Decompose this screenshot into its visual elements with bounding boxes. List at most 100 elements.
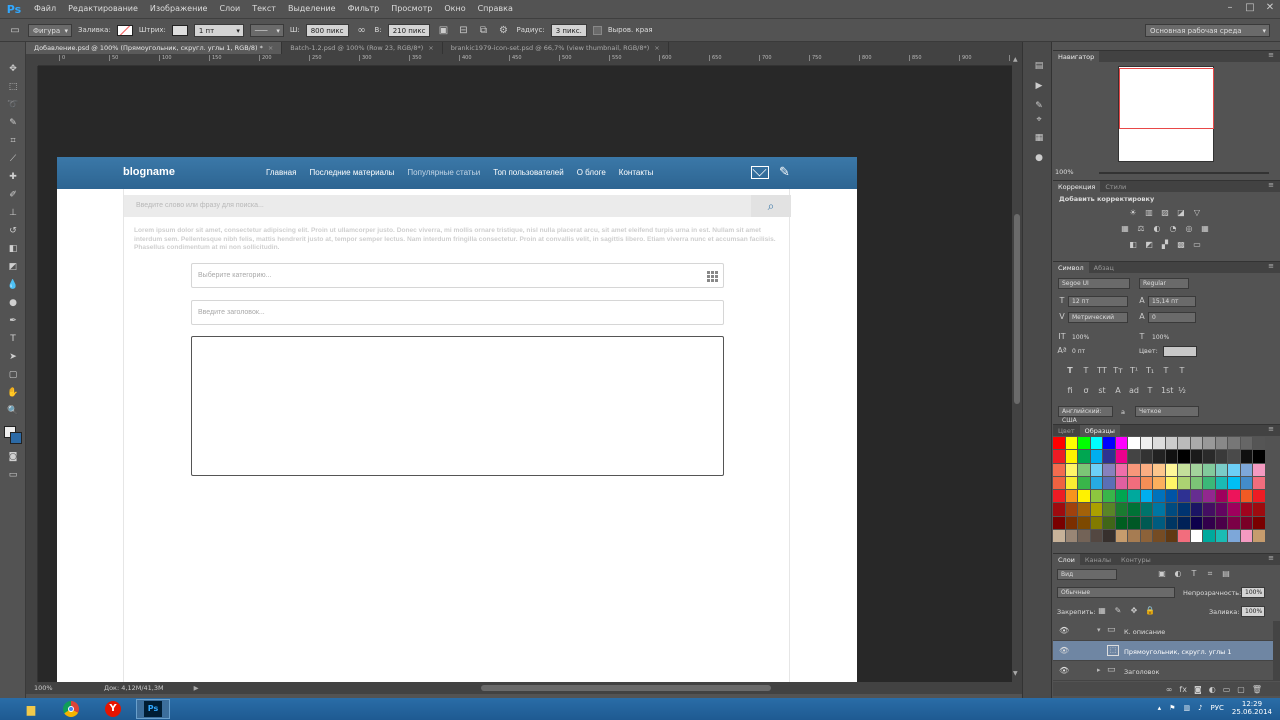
posterize-icon[interactable]: ◩ <box>1144 240 1154 250</box>
color-swatch[interactable] <box>1203 476 1216 491</box>
color-swatch[interactable] <box>1128 530 1141 544</box>
color-swatch[interactable] <box>1203 530 1216 544</box>
color-swatch[interactable] <box>1178 450 1191 464</box>
color-swatch[interactable] <box>1178 437 1191 451</box>
color-swatch[interactable] <box>1090 530 1103 544</box>
color-swatch[interactable] <box>1190 450 1203 464</box>
color-swatch[interactable] <box>1140 476 1153 491</box>
color-swatch[interactable] <box>1128 450 1141 464</box>
color-swatch[interactable] <box>1090 503 1103 517</box>
color-swatch[interactable] <box>1053 450 1066 464</box>
gradient-tool-icon[interactable]: ◩ <box>6 260 20 274</box>
color-swatch[interactable] <box>1215 503 1228 517</box>
antialias-dropdown[interactable]: Четкое <box>1135 406 1199 417</box>
layer-row[interactable]: 👁 ⬚ Прямоугольник, скругл. углы 1 <box>1053 641 1273 661</box>
tab-paragraph[interactable]: Абзац <box>1089 262 1119 274</box>
new-group-icon[interactable]: ▭ <box>1223 685 1231 694</box>
tracking-field[interactable]: 0 <box>1148 312 1196 323</box>
color-swatch[interactable] <box>1240 530 1253 544</box>
color-swatch[interactable] <box>1190 490 1203 504</box>
navigator-thumbnail[interactable] <box>1118 66 1214 162</box>
color-swatch[interactable] <box>1115 490 1128 504</box>
color-swatch[interactable] <box>1078 463 1091 477</box>
history-icon[interactable]: ▤ <box>1033 60 1045 72</box>
leading-field[interactable]: 15,14 пт <box>1148 296 1196 307</box>
color-swatch[interactable] <box>1203 490 1216 504</box>
color-swatch[interactable] <box>1078 516 1091 531</box>
baseline-field[interactable]: 0 пт <box>1068 346 1106 357</box>
align-edges-checkbox[interactable] <box>592 25 602 35</box>
color-swatch[interactable] <box>1090 516 1103 531</box>
lock-all-icon[interactable]: 🔒 <box>1145 606 1155 616</box>
color-swatch[interactable] <box>1253 437 1266 451</box>
curves-icon[interactable]: ▨ <box>1160 208 1170 218</box>
horizontal-scale-field[interactable]: 100% <box>1148 332 1186 343</box>
color-swatch[interactable] <box>1115 503 1128 517</box>
color-swatch[interactable] <box>1128 463 1141 477</box>
color-swatch[interactable] <box>1178 516 1191 531</box>
color-swatch[interactable] <box>1215 476 1228 491</box>
color-swatch[interactable] <box>1203 503 1216 517</box>
hand-tool-icon[interactable]: ✋ <box>6 386 20 400</box>
color-swatch[interactable] <box>1065 490 1078 504</box>
filter-type-icon[interactable]: T <box>1189 569 1199 579</box>
threshold-icon[interactable]: ▞ <box>1160 240 1170 250</box>
document-canvas[interactable]: blogname Главная Последние материалы Попул… <box>57 157 857 682</box>
type-style-icon[interactable]: TT <box>1097 366 1107 376</box>
radius-field[interactable]: 3 пикс. <box>550 23 587 37</box>
workspace-dropdown[interactable]: Основная рабочая среда <box>1145 24 1270 38</box>
tab-paths[interactable]: Контуры <box>1116 554 1156 566</box>
color-swatch[interactable] <box>1178 530 1191 544</box>
close-icon[interactable]: × <box>268 44 273 52</box>
color-swatch[interactable] <box>1253 530 1266 544</box>
color-swatch[interactable] <box>1140 437 1153 451</box>
color-swatch[interactable] <box>1228 450 1241 464</box>
color-swatch[interactable] <box>1253 490 1266 504</box>
color-swatch[interactable] <box>1215 463 1228 477</box>
color-swatch[interactable] <box>1165 530 1178 544</box>
type-style-icon[interactable]: T <box>1161 366 1171 376</box>
gear-icon[interactable]: ⚙ <box>496 25 510 36</box>
color-swatch[interactable] <box>1065 476 1078 491</box>
color-swatch[interactable] <box>1165 503 1178 517</box>
layer-row[interactable]: 👁 ▸ ▭ Заголовок <box>1053 661 1273 681</box>
photo-filter-icon[interactable]: ◔ <box>1168 224 1178 234</box>
vertical-scroll-thumb[interactable] <box>1014 214 1020 404</box>
color-swatch[interactable] <box>1240 503 1253 517</box>
color-swatch[interactable] <box>1053 463 1066 477</box>
clock[interactable]: 12:29 25.06.2014 <box>1232 700 1272 716</box>
path-ops-icon[interactable]: ▣ <box>436 25 450 36</box>
exposure-icon[interactable]: ◪ <box>1176 208 1186 218</box>
panel-menu-icon[interactable]: ≡ <box>1268 425 1274 433</box>
menu-item[interactable]: Окно <box>438 0 471 18</box>
quick-mask-icon[interactable]: ◙ <box>6 450 20 464</box>
info-icon[interactable]: ▦ <box>1033 132 1045 144</box>
lookup-icon[interactable]: ▦ <box>1200 224 1210 234</box>
stroke-swatch[interactable] <box>171 24 188 36</box>
text-color-swatch[interactable] <box>1163 346 1197 357</box>
color-swatch[interactable] <box>1128 503 1141 517</box>
font-style-dropdown[interactable]: Regular <box>1139 278 1189 289</box>
eraser-tool-icon[interactable]: ◧ <box>6 242 20 256</box>
photoshop-taskbar-icon[interactable]: Ps <box>136 699 170 719</box>
vertical-scale-field[interactable]: 100% <box>1068 332 1106 343</box>
menu-item[interactable]: Справка <box>472 0 519 18</box>
color-swatch[interactable] <box>1253 503 1266 517</box>
color-swatch[interactable] <box>1190 476 1203 491</box>
color-swatch[interactable] <box>1103 450 1116 464</box>
flag-icon[interactable]: ⚑ <box>1169 704 1175 712</box>
color-swatch[interactable] <box>1178 490 1191 504</box>
color-swatch[interactable] <box>1103 516 1116 531</box>
status-arrow-icon[interactable]: ▶ <box>194 684 199 692</box>
brush-tool-icon[interactable]: ✐ <box>6 188 20 202</box>
brush-preset-icon[interactable]: ✎ <box>1033 100 1045 112</box>
tab-document-3[interactable]: brankic1979-icon-set.psd @ 66,7% (view t… <box>442 42 669 54</box>
color-swatch[interactable] <box>1253 450 1266 464</box>
color-swatch[interactable] <box>1103 503 1116 517</box>
color-swatch[interactable] <box>1103 437 1116 451</box>
color-swatch[interactable] <box>1090 476 1103 491</box>
font-family-dropdown[interactable]: Segoe UI <box>1058 278 1130 289</box>
type-style-icon[interactable]: T <box>1065 366 1075 376</box>
type-style-icon[interactable]: Tт <box>1113 366 1123 376</box>
opentype-icon[interactable]: fi <box>1065 386 1075 396</box>
